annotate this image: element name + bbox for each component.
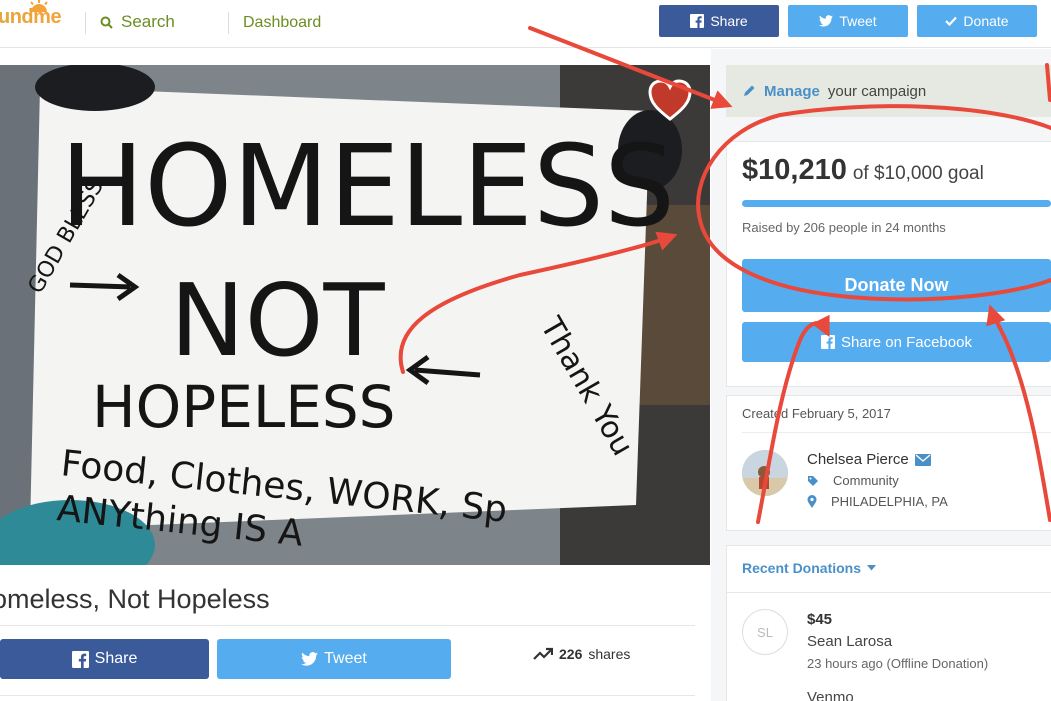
donate-now-button[interactable]: Donate Now [742,259,1051,312]
header-share-label: Share [710,13,748,29]
homeless-sign-photo: HOMELESS NOT HOPELESS Food, Clothes, WOR… [0,65,710,565]
divider [85,12,86,34]
heart-favorite-icon[interactable] [647,78,693,122]
category-label[interactable]: Community [833,473,899,488]
caret-down-icon [867,565,877,571]
pencil-icon [744,85,755,96]
campaign-tweet-label: Tweet [324,650,367,667]
campaign-share-label: Share [94,650,138,667]
raised-by-text: Raised by 206 people in 24 months [742,220,946,235]
progress-bar-fill [742,200,1051,207]
recent-donations-toggle[interactable]: Recent Donations [742,560,877,576]
header-donate-label: Donate [963,13,1009,29]
twitter-icon [301,652,319,666]
donation-amount: $45 [807,611,833,628]
facebook-icon [71,650,89,668]
sign-line-hopeless: HOPELESS [92,373,395,441]
facebook-icon [690,14,705,28]
campaign-category: Community [807,473,899,488]
goal-text: of $10,000 goal [852,163,984,184]
organizer-avatar[interactable] [742,450,788,496]
facebook-icon [821,335,836,349]
campaign-location: PHILADELPHIA, PA [807,494,948,509]
campaign-tweet-button[interactable]: Tweet [217,639,451,679]
sign-line-not: NOT [170,262,386,379]
donor-avatar: SL [742,609,788,655]
gofundme-logo[interactable]: undme [0,0,62,29]
next-donor-name: Venmo [807,689,854,701]
map-pin-icon [807,495,817,508]
location-label: PHILADELPHIA, PA [831,494,948,509]
trending-up-icon [533,647,553,660]
progress-bar [742,200,1051,207]
search-icon [100,16,113,29]
raised-summary: $10,210 of $10,000 goal [742,154,984,187]
header-tweet-label: Tweet [839,13,877,29]
header-tweet-button[interactable]: Tweet [788,5,908,37]
manage-link[interactable]: Manage [764,83,820,100]
shares-count: 226 [559,646,583,662]
envelope-icon[interactable] [914,453,931,466]
header-donate-button[interactable]: Donate [917,5,1037,37]
campaign-title: omeless, Not Hopeless [0,584,270,614]
organizer-name-row: Chelsea Pierce [807,451,931,468]
divider [228,12,229,34]
shares-counter: 226 shares [533,646,630,662]
share-on-facebook-label: Share on Facebook [841,333,972,351]
tag-icon [808,475,818,486]
recent-donations-label: Recent Donations [742,560,862,576]
search-link[interactable]: Search [100,12,175,32]
share-on-facebook-button[interactable]: Share on Facebook [742,322,1051,362]
twitter-icon [819,15,834,27]
divider [742,432,1051,433]
header-share-button[interactable]: Share [659,5,779,37]
shares-label: shares [588,646,631,662]
dashboard-link[interactable]: Dashboard [243,14,321,32]
sign-line-homeless: HOMELESS [60,122,675,252]
manage-text: your campaign [827,82,927,100]
campaign-hero-image: HOMELESS NOT HOPELESS Food, Clothes, WOR… [0,65,710,565]
raised-amount: $10,210 [742,154,847,186]
organizer-name[interactable]: Chelsea Pierce [807,451,909,468]
donation-time: 23 hours ago (Offline Donation) [807,656,989,671]
campaign-share-button[interactable]: Share [0,639,209,679]
search-label: Search [121,12,175,31]
created-date: Created February 5, 2017 [742,406,891,421]
page: undme Search Dashboard Share Tweet Donat… [0,0,1051,701]
divider [0,625,695,626]
divider [726,592,1051,593]
checkmark-icon [945,16,958,26]
organizer-photo [742,450,788,496]
manage-campaign-banner[interactable]: Manage your campaign [726,65,1051,117]
sun-logo-icon [30,0,48,12]
top-nav-bar: undme Search Dashboard Share Tweet Donat… [0,0,1051,48]
divider [0,695,695,696]
donor-name: Sean Larosa [807,633,893,650]
